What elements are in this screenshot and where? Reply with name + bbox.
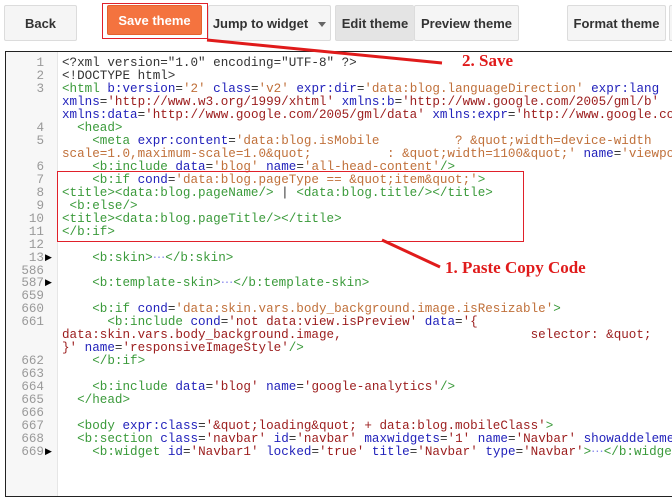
- paste-arrow-line: [381, 238, 441, 269]
- save-arrow-line: [206, 38, 443, 65]
- save-note: 2. Save: [462, 51, 513, 70]
- annotation-arrows: [206, 38, 443, 269]
- paste-note: 1. Paste Copy Code: [445, 258, 586, 277]
